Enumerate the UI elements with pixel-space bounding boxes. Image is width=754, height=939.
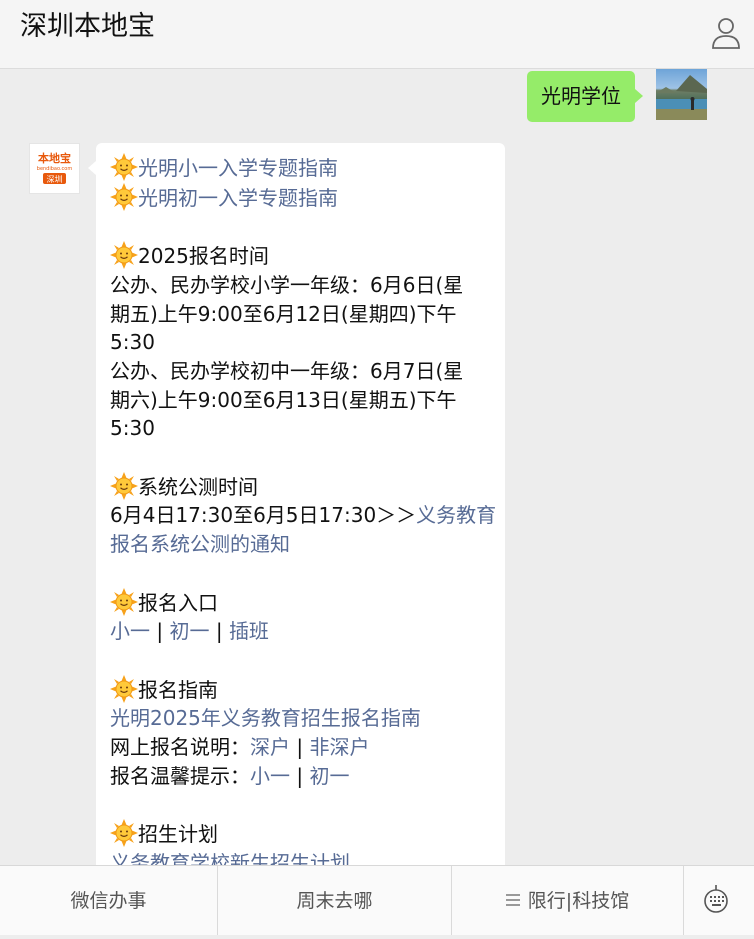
entry-junior-link[interactable]: 初一 (169, 619, 209, 643)
chat-title: 深圳本地宝 (20, 11, 155, 42)
keyboard-icon (704, 885, 728, 913)
section-heading: 报名入口 (110, 588, 491, 618)
logo-city: 深圳 (47, 174, 63, 184)
junior-time-text: 期六)上午9:00至6月13日(星期五)下午 (110, 387, 457, 412)
menu-tab-label: 限行|科技馆 (527, 890, 630, 912)
enrollment-guide-link[interactable]: 光明2025年义务教育招生报名指南 (110, 706, 421, 730)
guide-junior-line[interactable]: 光明初一入学专题指南 (110, 183, 491, 213)
submenu-icon (505, 894, 520, 906)
entry-title: 报名入口 (138, 590, 218, 615)
test-time-text: 6月4日17:30至6月5日17:30＞＞ (110, 503, 417, 528)
entry-transfer-link[interactable]: 插班 (229, 619, 269, 643)
sun-icon (110, 183, 138, 211)
tips-line: 报名温馨提示：小一 | 初一 (110, 762, 491, 791)
sun-icon (110, 675, 138, 703)
guide-link-line: 光明2025年义务教育招生报名指南 (110, 704, 491, 733)
test-notice-link[interactable]: 义务教育 (416, 503, 496, 527)
guide-primary-line[interactable]: 光明小一入学专题指南 (110, 153, 491, 183)
plan-link-line: 义务教育学校新生招生计划 (110, 849, 491, 865)
menu-tab-traffic-museum[interactable]: 限行|科技馆 (452, 866, 684, 935)
logo-domain: bendibao.com (37, 166, 73, 172)
person-icon[interactable] (710, 16, 742, 50)
guide-junior-link[interactable]: 光明初一入学专题指南 (138, 186, 338, 210)
entry-links-line: 小一 | 初一 | 插班 (110, 617, 491, 646)
menu-tab-weekend[interactable]: 周末去哪 (218, 866, 452, 935)
enrollment-plan-link[interactable]: 义务教育学校新生招生计划 (110, 851, 350, 865)
bot-avatar[interactable]: 本地宝 bendibao.com 深圳 (29, 143, 80, 194)
test-notice-link[interactable]: 报名系统公测的通知 (110, 532, 290, 556)
separator: | (296, 763, 304, 788)
shenzhen-hukou-link[interactable]: 深户 (250, 735, 290, 759)
section-heading: 系统公测时间 (110, 472, 491, 502)
online-reg-line: 网上报名说明：深户 | 非深户 (110, 733, 491, 762)
tips-label: 报名温馨提示： (110, 763, 250, 788)
guide-primary-link[interactable]: 光明小一入学专题指南 (138, 156, 338, 180)
sun-icon (110, 241, 138, 269)
tips-primary-link[interactable]: 小一 (250, 764, 290, 788)
sun-icon (110, 588, 138, 616)
sun-icon (110, 472, 138, 500)
separator: | (296, 735, 304, 759)
primary-time-text: 5:30 (110, 330, 155, 355)
bottom-menu: 微信办事 周末去哪 限行|科技馆 (0, 865, 754, 935)
section-heading: 2025报名时间 (110, 241, 491, 271)
primary-time-text: 公办、民办学校小学一年级：6月6日(星 (110, 272, 464, 297)
test-notice-line: 报名系统公测的通知 (110, 530, 491, 559)
outgoing-message-text: 光明学位 (541, 84, 621, 108)
plan-title: 招生计划 (138, 822, 218, 847)
online-reg-label: 网上报名说明： (110, 735, 250, 759)
separator: | (215, 619, 223, 644)
chat-header: 深圳本地宝 (0, 0, 754, 69)
test-title: 系统公测时间 (138, 474, 258, 499)
user-avatar[interactable] (656, 69, 707, 120)
reg-time-title: 2025报名时间 (138, 244, 269, 269)
menu-tab-label: 周末去哪 (296, 890, 373, 912)
menu-tab-label: 微信办事 (70, 890, 147, 912)
section-heading: 报名指南 (110, 675, 491, 705)
incoming-message-bubble: 光明小一入学专题指南 光明初一入学专题指南 2025报名时间 公办、民办学校小学… (88, 143, 505, 865)
test-time-line: 6月4日17:30至6月5日17:30＞＞义务教育 (110, 501, 496, 530)
logo-text: 本地宝 (38, 151, 71, 165)
chat-area[interactable]: 光明学位 本地宝 bendibao.com 深圳 光明小一入学专题指南 光明初一… (0, 69, 754, 865)
entry-primary-link[interactable]: 小一 (110, 619, 150, 643)
menu-tab-wechat-services[interactable]: 微信办事 (0, 866, 218, 935)
junior-time-text: 5:30 (110, 416, 155, 441)
primary-time-text: 期五)上午9:00至6月12日(星期四)下午 (110, 301, 457, 326)
junior-time-text: 公办、民办学校初中一年级：6月7日(星 (110, 358, 464, 383)
non-shenzhen-hukou-link[interactable]: 非深户 (309, 735, 369, 759)
separator: | (156, 619, 164, 644)
guide-title: 报名指南 (138, 677, 218, 702)
section-heading: 招生计划 (110, 819, 491, 849)
sun-icon (110, 153, 138, 181)
tips-junior-link[interactable]: 初一 (309, 764, 349, 788)
outgoing-message-bubble[interactable]: 光明学位 (527, 71, 643, 122)
sun-icon (110, 819, 138, 847)
keyboard-toggle-button[interactable] (684, 866, 754, 935)
